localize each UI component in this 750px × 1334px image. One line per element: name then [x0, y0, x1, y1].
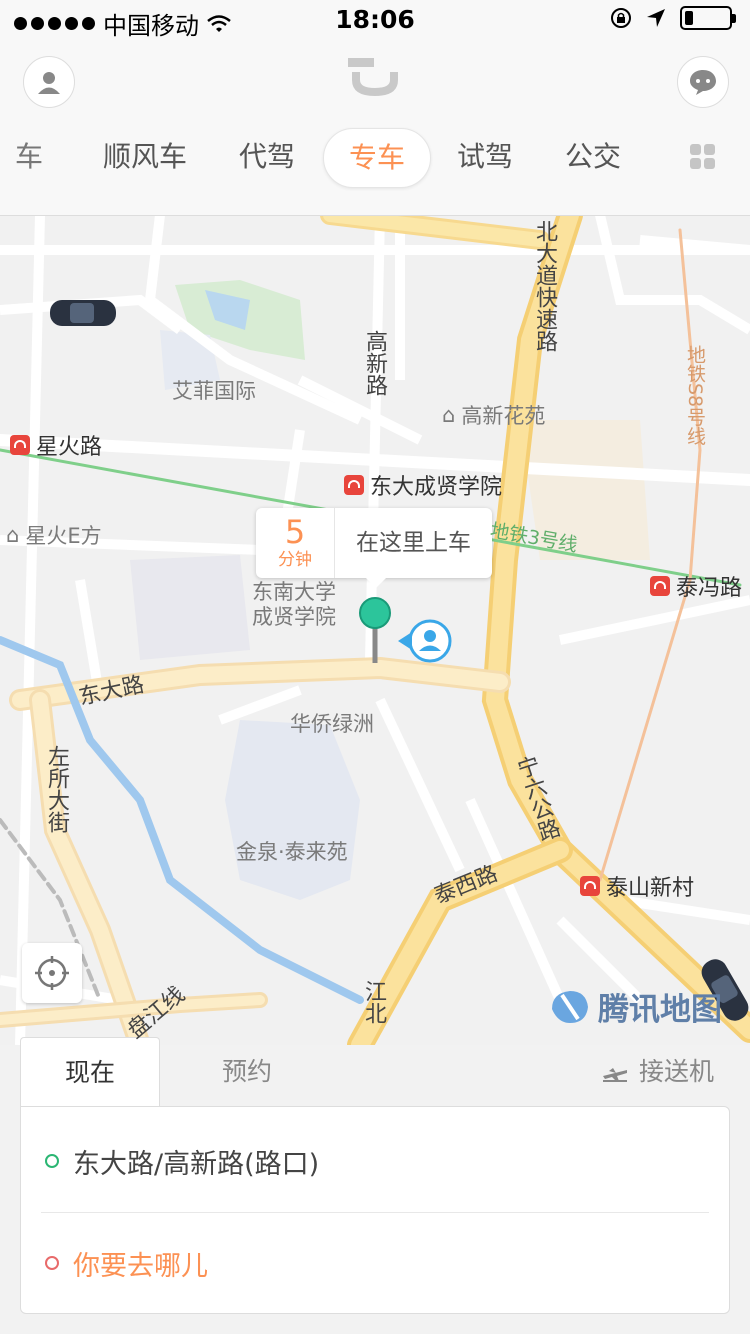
booking-panel: 现在 预约 接送机 东大路/高新路(路口) 你要去哪儿 — [20, 1037, 730, 1315]
metro-station[interactable]: 泰山新村 — [580, 870, 694, 902]
metro-icon — [10, 435, 30, 455]
tab-designated-driver[interactable]: 代驾 — [222, 128, 312, 186]
didi-logo — [348, 58, 398, 96]
more-services-button[interactable] — [680, 128, 726, 186]
area-label: ⌂ 高新花苑 — [442, 403, 546, 428]
message-button[interactable] — [677, 56, 729, 108]
tab-test-drive[interactable]: 试驾 — [440, 128, 530, 186]
tab-taxi[interactable]: 车 — [0, 128, 58, 186]
tab-airport[interactable]: 接送机 — [601, 1037, 714, 1107]
area-label: ⌂ 星火E方 — [6, 523, 102, 548]
origin-dot-icon — [45, 1154, 59, 1168]
home-icon: ⌂ — [442, 403, 456, 427]
road-label: 左所大街 — [44, 745, 69, 833]
person-icon — [38, 72, 60, 94]
pickup-here-label: 在这里上车 — [356, 530, 471, 556]
metro-icon — [650, 576, 670, 596]
address-card: 东大路/高新路(路口) 你要去哪儿 — [20, 1106, 730, 1314]
time-tabs: 现在 预约 接送机 — [20, 1037, 730, 1108]
tab-premier[interactable]: 专车 — [323, 128, 431, 188]
area-label: 华侨绿洲 — [290, 712, 374, 736]
chat-bubble-icon — [690, 70, 716, 95]
locate-button[interactable] — [22, 943, 82, 1003]
destination-field[interactable]: 你要去哪儿 — [21, 1213, 729, 1313]
car-icon — [50, 300, 116, 326]
road-label: 高新路 — [362, 330, 387, 396]
destination-placeholder: 你要去哪儿 — [73, 1250, 208, 1282]
rotation-lock-icon — [611, 8, 631, 28]
tab-reserve[interactable]: 预约 — [222, 1037, 272, 1107]
origin-text: 东大路/高新路(路口) — [73, 1148, 320, 1180]
map-watermark: 腾讯地图 — [548, 984, 722, 1029]
battery-icon — [680, 6, 736, 30]
service-tabs: 车 顺风车 代驾 专车 试驾 公交 — [0, 124, 750, 190]
destination-dot-icon — [45, 1256, 59, 1270]
metro-station[interactable]: 东大成贤学院 — [344, 469, 502, 501]
tab-now[interactable]: 现在 — [20, 1037, 160, 1108]
metro-station[interactable]: 泰冯路 — [650, 570, 742, 602]
location-arrow-icon — [647, 9, 665, 27]
status-bar: 中国移动 18:06 — [0, 0, 750, 40]
area-label: 艾菲国际 — [172, 379, 256, 403]
tab-hitch[interactable]: 顺风车 — [90, 128, 200, 186]
tencent-map-logo — [552, 990, 588, 1023]
metro-station[interactable]: 星火路 — [10, 429, 102, 461]
metro-icon — [344, 475, 364, 495]
profile-button[interactable] — [23, 56, 75, 108]
origin-field[interactable]: 东大路/高新路(路口) — [21, 1111, 729, 1211]
tab-bus[interactable]: 公交 — [548, 128, 638, 186]
road-label: 江北 — [361, 980, 386, 1024]
area-label: 东南大学成贤学院 — [252, 580, 336, 629]
grid-icon — [690, 144, 715, 169]
area-label: 金泉·泰来苑 — [236, 840, 348, 864]
eta: 5 分钟 — [256, 508, 335, 578]
airplane-icon — [602, 1068, 627, 1082]
metro-line-label: 地铁S8号线 — [684, 345, 706, 446]
metro-icon — [580, 876, 600, 896]
road-label: 北大道快速路 — [532, 220, 557, 352]
pickup-callout[interactable]: 5 分钟 在这里上车 — [256, 508, 492, 588]
crosshair-icon — [35, 956, 69, 990]
home-icon: ⌂ — [6, 523, 20, 547]
